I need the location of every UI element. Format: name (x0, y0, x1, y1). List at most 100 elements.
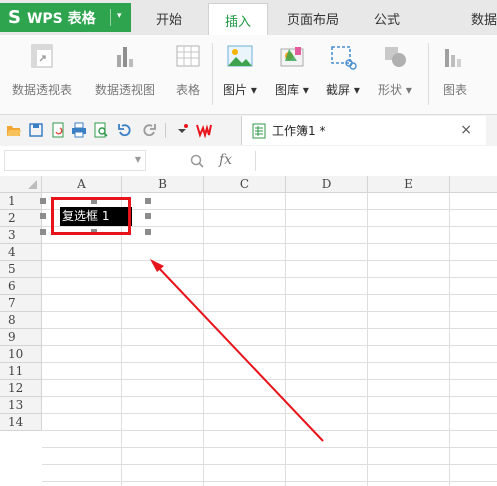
insert-function-button[interactable]: fx (219, 152, 232, 168)
print-icon[interactable] (71, 122, 87, 138)
row-header-14[interactable]: 14 (0, 414, 42, 431)
chevron-down-icon[interactable]: ▼ (135, 155, 141, 164)
name-box[interactable]: ▼ (4, 150, 146, 171)
pivot-table-icon (31, 44, 53, 68)
row-header-8[interactable]: 8 (0, 312, 42, 329)
grid-line (42, 430, 497, 431)
grid-line (367, 193, 368, 486)
search-icon[interactable] (189, 153, 205, 169)
grid-line (42, 413, 497, 414)
grid-line (42, 277, 497, 278)
app-title: WPS 表格 (26, 10, 96, 27)
picture-button[interactable]: 图片 ▾ (223, 41, 257, 98)
resize-handle[interactable] (40, 198, 46, 204)
save-icon[interactable] (28, 122, 44, 138)
row-header-4[interactable]: 4 (0, 244, 42, 261)
gallery-label: 图库 ▾ (275, 83, 309, 97)
grid-line (42, 396, 497, 397)
row-header-2[interactable]: 2 (0, 210, 42, 227)
picture-icon (227, 45, 253, 67)
resize-handle[interactable] (40, 229, 46, 235)
grid-line (42, 379, 497, 380)
tab-insert[interactable]: 插入 (208, 3, 268, 36)
column-header-a[interactable]: A (42, 176, 122, 193)
shapes-icon (384, 47, 406, 67)
grid-line (42, 362, 497, 363)
screenshot-button[interactable]: 截屏 ▾ (326, 41, 360, 98)
pivot-chart-icon (117, 47, 133, 67)
gallery-button[interactable]: 图库 ▾ (275, 41, 309, 98)
resize-handle[interactable] (145, 229, 151, 235)
column-header-c[interactable]: C (204, 176, 286, 193)
screenshot-icon (331, 46, 357, 70)
toolbar-divider (165, 123, 166, 138)
document-tab[interactable]: 工作簿1 * × (241, 116, 486, 145)
row-header-3[interactable]: 3 (0, 227, 42, 244)
print-preview-icon[interactable] (93, 122, 109, 138)
grid-line (449, 193, 450, 486)
customize-icon[interactable] (174, 122, 190, 138)
column-header-b[interactable]: B (122, 176, 204, 193)
shapes-button[interactable]: 形状 ▾ (378, 41, 412, 98)
grid-line (42, 345, 497, 346)
grid-line (42, 447, 497, 448)
row-header-5[interactable]: 5 (0, 261, 42, 278)
export-pdf-icon[interactable] (50, 122, 66, 138)
chart-label: 图表 (442, 83, 467, 97)
picture-label: 图片 ▾ (223, 83, 257, 97)
column-header-partial[interactable] (450, 176, 497, 193)
grid-line (121, 193, 122, 486)
resize-handle[interactable] (40, 213, 46, 219)
grid-line (42, 260, 497, 261)
grid-line (42, 481, 497, 482)
wps-logo-icon: S (8, 6, 21, 28)
ribbon-tab-bar: S WPS 表格 ▾ 开始 插入 页面布局 公式 数据 (0, 0, 497, 36)
row-header-11[interactable]: 11 (0, 363, 42, 380)
screenshot-label: 截屏 ▾ (326, 83, 360, 97)
row-header-1[interactable]: 1 (0, 193, 42, 210)
row-header-13[interactable]: 13 (0, 397, 42, 414)
open-icon[interactable] (6, 122, 22, 138)
grid-line (42, 311, 497, 312)
grid-line (42, 243, 497, 244)
formula-divider (255, 151, 256, 171)
redo-icon[interactable] (141, 122, 157, 138)
insert-ribbon: 数据透视表 数据透视图 表格 图片 ▾ 图库 ▾ 截屏 ▾ 形状 ▾ 图表 (0, 35, 497, 115)
gallery-icon (280, 47, 304, 67)
row-header-12[interactable]: 12 (0, 380, 42, 397)
chart-button[interactable]: 图表 (440, 41, 470, 98)
row-header-6[interactable]: 6 (0, 278, 42, 295)
table-icon (176, 45, 200, 67)
grid-line (203, 193, 204, 486)
row-header-9[interactable]: 9 (0, 329, 42, 346)
table-button[interactable]: 表格 (173, 41, 203, 98)
tab-data[interactable]: 数据 (424, 3, 497, 34)
ribbon-divider (212, 43, 213, 105)
resize-handle[interactable] (145, 213, 151, 219)
pivot-chart-button[interactable]: 数据透视图 (95, 41, 155, 98)
app-menu-button[interactable]: S WPS 表格 ▾ (0, 3, 131, 32)
select-all-corner[interactable] (0, 176, 42, 193)
app-button-divider (110, 9, 111, 26)
formula-bar: ▼ fx (0, 146, 497, 177)
resize-handle[interactable] (145, 198, 151, 204)
spreadsheet-file-icon (252, 123, 266, 138)
grid-line (42, 328, 497, 329)
wps-logo-icon[interactable] (196, 122, 212, 138)
close-icon[interactable]: × (460, 122, 472, 138)
chevron-down-icon[interactable]: ▾ (117, 11, 122, 21)
grid-line (285, 193, 286, 486)
column-header-d[interactable]: D (286, 176, 368, 193)
tab-page-layout[interactable]: 页面布局 (276, 3, 350, 34)
highlight-box (51, 197, 131, 235)
pivot-table-button[interactable]: 数据透视表 (12, 41, 72, 98)
tab-home[interactable]: 开始 (141, 3, 197, 34)
select-all-icon (28, 180, 37, 189)
grid-line (42, 294, 497, 295)
undo-icon[interactable] (117, 122, 133, 138)
row-header-7[interactable]: 7 (0, 295, 42, 312)
chart-icon (445, 49, 461, 67)
row-header-10[interactable]: 10 (0, 346, 42, 363)
tab-formulas[interactable]: 公式 (360, 3, 414, 34)
column-header-e[interactable]: E (368, 176, 450, 193)
